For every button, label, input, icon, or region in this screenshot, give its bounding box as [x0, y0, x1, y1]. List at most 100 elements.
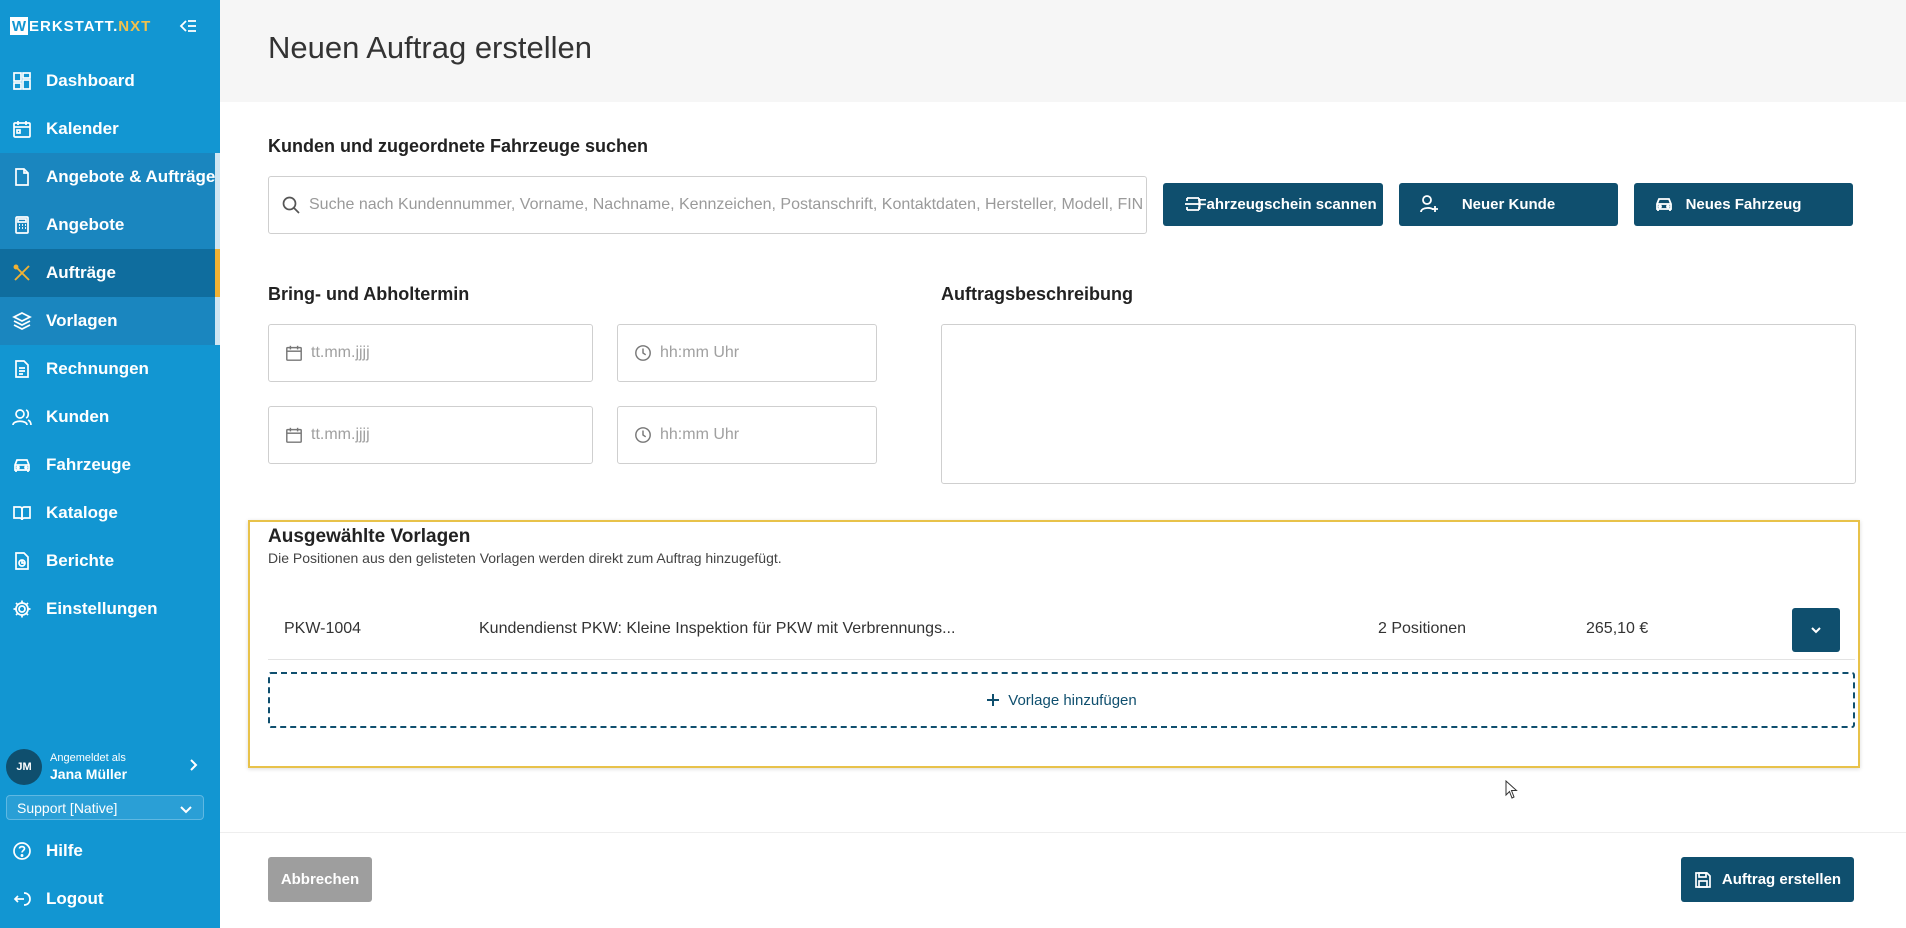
- description-textarea[interactable]: [941, 324, 1856, 484]
- calendar-icon: [13, 121, 31, 138]
- chevron-right-icon: [190, 759, 198, 771]
- report-icon: [15, 552, 29, 570]
- new-customer-label: Neuer Kunde: [1461, 196, 1556, 213]
- create-order-button[interactable]: Auftrag erstellen: [1681, 857, 1854, 902]
- bring-date-field[interactable]: [268, 324, 593, 382]
- sidebar-item-logout[interactable]: Logout: [0, 875, 220, 923]
- sidebar-item-label: Logout: [46, 889, 104, 908]
- sidebar-item-label: Angebote: [46, 215, 125, 234]
- plus-icon: [987, 694, 1000, 706]
- gear-icon: [13, 600, 31, 618]
- customer-search-input[interactable]: [309, 196, 1146, 214]
- app-logo[interactable]: W ERKSTATT. NXT: [0, 0, 220, 52]
- template-code: PKW-1004: [284, 620, 362, 637]
- chevron-down-icon: [180, 806, 192, 814]
- sidebar-item-angebote-auftraege[interactable]: Angebote & Aufträge: [0, 153, 220, 201]
- sidebar-item-kataloge[interactable]: Kataloge: [0, 489, 220, 537]
- collapse-sidebar-icon[interactable]: [178, 16, 198, 36]
- cancel-button[interactable]: Abbrechen: [268, 857, 372, 902]
- bottom-navigation: Hilfe Logout: [0, 827, 220, 923]
- scan-registration-button[interactable]: Fahrzeugschein scannen: [1163, 183, 1383, 226]
- user-caption: Angemeldet als: [50, 751, 126, 764]
- save-icon: [1695, 871, 1711, 888]
- template-price: 265,10 €: [1586, 620, 1649, 637]
- sidebar-item-label: Kunden: [46, 407, 110, 426]
- add-user-icon: [1420, 195, 1438, 213]
- sidebar-item-label: Fahrzeuge: [46, 455, 132, 474]
- invoice-icon: [15, 360, 29, 378]
- table-row[interactable]: PKW-1004 Kundendienst PKW: Kleine Inspek…: [268, 600, 1855, 660]
- pickup-date-input[interactable]: [311, 426, 557, 444]
- sidebar-item-label: Dashboard: [46, 71, 135, 90]
- avatar: JM: [6, 748, 42, 785]
- logo-suffix: NXT: [118, 17, 152, 35]
- sidebar-item-label: Berichte: [46, 551, 115, 570]
- user-name: Jana Müller: [50, 765, 128, 782]
- logo-mark: W: [10, 17, 28, 35]
- new-customer-button[interactable]: Neuer Kunde: [1399, 183, 1618, 226]
- new-vehicle-button[interactable]: Neues Fahrzeug: [1634, 183, 1853, 226]
- search-icon: [282, 196, 300, 214]
- sidebar-item-kalender[interactable]: Kalender: [0, 105, 220, 153]
- bring-time-field[interactable]: [617, 324, 877, 382]
- templates-subtitle: Die Positionen aus den gelisteten Vorlag…: [268, 550, 782, 566]
- chevron-down-icon: [1811, 627, 1821, 634]
- bring-date-input[interactable]: [311, 344, 557, 362]
- expand-template-button[interactable]: [1792, 608, 1840, 652]
- user-profile[interactable]: JM Angemeldet als Jana Müller: [0, 744, 220, 789]
- clock-icon: [635, 427, 651, 443]
- customer-search-label: Kunden und zugeordnete Fahrzeuge suchen: [268, 136, 649, 156]
- sidebar-item-vorlagen[interactable]: Vorlagen: [0, 297, 220, 345]
- pickup-date-field[interactable]: [268, 406, 593, 464]
- template-positions: 2 Positionen: [1378, 620, 1467, 637]
- sidebar-item-einstellungen[interactable]: Einstellungen: [0, 585, 220, 633]
- sidebar-item-rechnungen[interactable]: Rechnungen: [0, 345, 220, 393]
- scan-icon: [1185, 197, 1201, 211]
- car-icon: [1656, 198, 1672, 211]
- logout-icon: [13, 892, 31, 906]
- users-icon: [12, 409, 32, 426]
- support-select-value: Support [Native]: [17, 799, 118, 816]
- car-icon: [14, 459, 30, 472]
- sidebar-item-hilfe[interactable]: Hilfe: [0, 827, 220, 875]
- page-header: Neuen Auftrag erstellen: [220, 0, 1906, 102]
- new-vehicle-label: Neues Fahrzeug: [1685, 196, 1802, 213]
- scan-registration-label: Fahrzeugschein scannen: [1197, 196, 1377, 213]
- document-icon: [15, 168, 29, 186]
- layers-icon: [12, 312, 32, 330]
- main-content: Neuen Auftrag erstellen Kunden und zugeo…: [220, 0, 1906, 928]
- create-order-label: Auftrag erstellen: [1721, 871, 1842, 888]
- page-title: Neuen Auftrag erstellen: [268, 30, 592, 65]
- clock-icon: [635, 345, 651, 361]
- calculator-icon: [15, 216, 29, 234]
- sidebar-item-label: Rechnungen: [46, 359, 149, 378]
- tools-icon: [13, 264, 30, 281]
- book-icon: [13, 506, 31, 521]
- mouse-cursor-icon: [1505, 780, 1518, 799]
- pickup-time-input[interactable]: [660, 426, 854, 444]
- sidebar-item-label: Kataloge: [46, 503, 118, 522]
- bring-time-input[interactable]: [660, 344, 854, 362]
- sidebar-item-label: Einstellungen: [46, 599, 158, 618]
- sidebar-item-fahrzeuge[interactable]: Fahrzeuge: [0, 441, 220, 489]
- dashboard-icon: [13, 72, 31, 90]
- sidebar-item-label: Hilfe: [46, 841, 83, 860]
- pickup-time-field[interactable]: [617, 406, 877, 464]
- sidebar-item-label: Aufträge: [46, 263, 116, 282]
- templates-title: Ausgewählte Vorlagen: [268, 526, 471, 547]
- calendar-icon: [286, 345, 302, 361]
- sidebar-item-kunden[interactable]: Kunden: [0, 393, 220, 441]
- support-select[interactable]: Support [Native]: [6, 795, 204, 820]
- sidebar-item-auftraege[interactable]: Aufträge: [0, 249, 220, 297]
- logo-text: ERKSTATT.: [29, 17, 119, 35]
- selected-templates-panel: Ausgewählte Vorlagen Die Positionen aus …: [248, 520, 1860, 768]
- customer-search-box[interactable]: [268, 176, 1147, 234]
- sidebar-item-dashboard[interactable]: Dashboard: [0, 57, 220, 105]
- main-navigation: Dashboard Kalender Angebote & Aufträge A…: [0, 57, 220, 633]
- form-footer: Abbrechen Auftrag erstellen: [220, 832, 1906, 928]
- sidebar: W ERKSTATT. NXT Dashboard Kalender Angeb…: [0, 0, 220, 928]
- appointment-label: Bring- und Abholtermin: [268, 284, 470, 304]
- add-template-button[interactable]: Vorlage hinzufügen: [268, 672, 1855, 728]
- sidebar-item-berichte[interactable]: Berichte: [0, 537, 220, 585]
- sidebar-item-angebote[interactable]: Angebote: [0, 201, 220, 249]
